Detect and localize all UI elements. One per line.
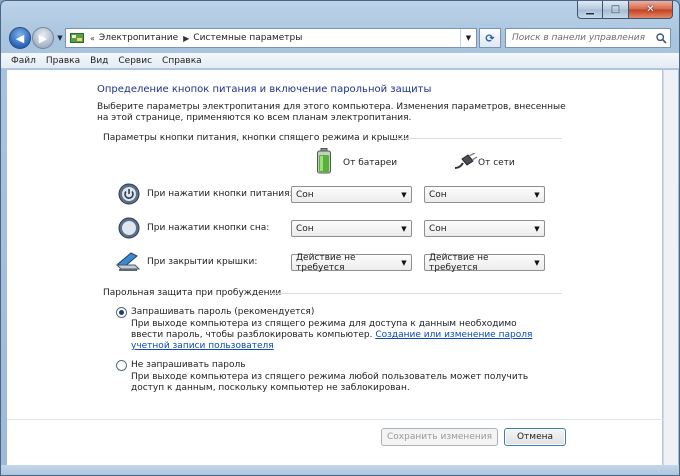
navigation-bar: ◀ ▶ ▼ « Электропитание ▶ Системные парам…	[1, 21, 679, 53]
require-password-label[interactable]: Запрашивать пароль (рекомендуется)	[131, 307, 314, 317]
select-value: Действие не требуется	[296, 252, 356, 273]
address-bar[interactable]: « Электропитание ▶ Системные параметры ▼	[65, 28, 477, 48]
forward-button[interactable]: ▶	[32, 27, 54, 49]
no-password-description: При выходе компьютера из спящего режима …	[131, 372, 529, 393]
select-value: Сон	[296, 189, 314, 200]
close-icon: ✕	[646, 3, 655, 15]
select-value: Действие не требуется	[429, 252, 489, 273]
buttons-section-header: Параметры кнопки питания, кнопки спящего…	[103, 133, 410, 143]
chevron-down-icon: ▼	[401, 224, 407, 233]
require-password-description: При выходе компьютера из спящего режима …	[131, 319, 551, 352]
lid-close-label: При закрытии крышки:	[147, 257, 258, 267]
power-button-icon	[118, 183, 140, 205]
chevron-down-icon: ▼	[465, 34, 472, 42]
laptop-lid-icon	[115, 250, 141, 272]
control-panel-icon	[69, 31, 85, 45]
refresh-button[interactable]: ⟳	[479, 28, 501, 48]
menu-edit[interactable]: Правка	[46, 56, 80, 66]
column-header-battery: От батареи	[343, 158, 398, 168]
power-button-label: При нажатии кнопки питания:	[147, 189, 293, 199]
breadcrumb-separator-icon: «	[90, 33, 95, 43]
content-pane: Определение кнопок питания и включение п…	[7, 70, 663, 465]
sleep-button-icon	[118, 217, 140, 239]
maximize-button[interactable]: □	[603, 1, 629, 19]
breadcrumb-power-options[interactable]: Электропитание	[99, 33, 178, 43]
forward-arrow-icon: ▶	[38, 31, 48, 45]
require-password-radio[interactable]	[116, 307, 127, 318]
sleep-button-battery-select[interactable]: Сон ▼	[291, 220, 412, 237]
select-value: Сон	[429, 189, 447, 200]
search-box[interactable]	[505, 28, 671, 48]
power-plug-icon	[454, 152, 478, 171]
window-bottom-border	[1, 465, 679, 475]
menu-tools[interactable]: Сервис	[118, 56, 152, 66]
close-button[interactable]: ✕	[629, 1, 673, 19]
maximize-icon: □	[610, 3, 621, 15]
save-changes-button[interactable]: Сохранить изменения	[381, 428, 498, 446]
power-button-ac-select[interactable]: Сон ▼	[424, 186, 545, 203]
refresh-icon: ⟳	[485, 31, 495, 45]
no-password-radio[interactable]	[116, 360, 127, 371]
menu-view[interactable]: Вид	[90, 56, 108, 66]
page-title: Определение кнопок питания и включение п…	[97, 84, 432, 95]
select-value: Сон	[296, 223, 314, 234]
page-description: Выберите параметры электропитания для эт…	[97, 102, 566, 123]
breadcrumb-system-settings[interactable]: Системные параметры	[193, 33, 302, 43]
lid-close-battery-select[interactable]: Действие не требуется ▼	[291, 252, 412, 273]
chevron-down-icon: ▼	[534, 224, 540, 233]
chevron-down-icon: ▼	[401, 190, 407, 199]
search-icon[interactable]	[652, 30, 670, 46]
column-header-ac: От сети	[478, 158, 515, 168]
section-divider	[392, 138, 562, 139]
chevron-down-icon: ▼	[534, 258, 540, 267]
back-arrow-icon: ◀	[15, 31, 25, 45]
chevron-down-icon: ▼	[534, 190, 540, 199]
search-input[interactable]	[506, 30, 652, 46]
battery-icon	[316, 148, 332, 174]
chevron-down-icon: ▼	[401, 258, 407, 267]
breadcrumb-arrow-icon: ▶	[183, 33, 190, 43]
cancel-button[interactable]: Отмена	[504, 428, 566, 446]
power-button-battery-select[interactable]: Сон ▼	[291, 186, 412, 203]
minimize-icon: ▁	[586, 3, 594, 15]
sleep-button-label: При нажатии кнопки сна:	[147, 223, 270, 233]
chevron-down-icon: ▼	[57, 34, 63, 42]
radio-selected-dot	[119, 310, 124, 315]
caption-buttons: ▁ □ ✕	[577, 1, 673, 19]
back-button[interactable]: ◀	[9, 27, 31, 49]
password-section-header: Парольная защита при пробуждении	[103, 288, 282, 298]
recent-pages-button[interactable]: ▼	[56, 33, 64, 43]
menu-bar: Файл Правка Вид Сервис Справка	[1, 53, 679, 69]
lid-close-ac-select[interactable]: Действие не требуется ▼	[424, 252, 545, 273]
section-divider	[269, 293, 562, 294]
window: ▁ □ ✕ ◀ ▶ ▼ « Электропитание ▶ Системные…	[0, 0, 680, 476]
menu-file[interactable]: Файл	[11, 56, 36, 66]
minimize-button[interactable]: ▁	[577, 1, 603, 19]
address-dropdown-button[interactable]: ▼	[460, 29, 476, 47]
footer-divider	[7, 419, 663, 420]
sleep-button-ac-select[interactable]: Сон ▼	[424, 220, 545, 237]
menu-help[interactable]: Справка	[162, 56, 202, 66]
scrollbar[interactable]	[663, 70, 678, 465]
no-password-label[interactable]: Не запрашивать пароль	[131, 360, 246, 370]
select-value: Сон	[429, 223, 447, 234]
